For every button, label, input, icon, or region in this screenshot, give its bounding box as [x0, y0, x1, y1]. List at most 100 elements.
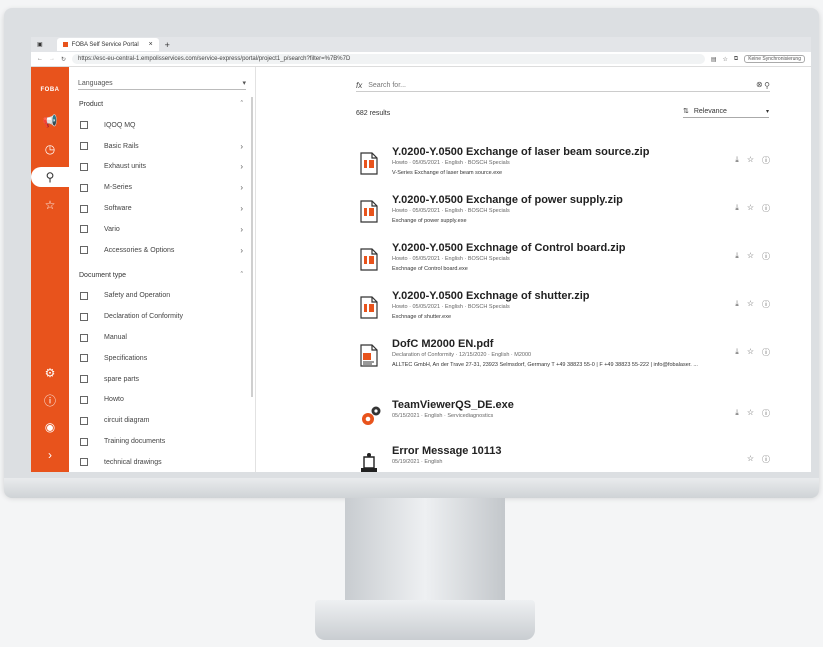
favorite-icon[interactable]: ☆	[747, 251, 754, 262]
filter-option[interactable]: Software ›	[69, 198, 255, 219]
filter-checkbox[interactable]	[80, 458, 88, 467]
result-item[interactable]: Error Message 10113 05/19/2021 · English ☆…	[360, 445, 770, 472]
filter-checkbox[interactable]	[80, 246, 88, 255]
filter-checkbox[interactable]	[80, 312, 88, 321]
filter-option[interactable]: circuit diagram	[69, 410, 255, 431]
filter-option[interactable]: spare parts	[69, 369, 255, 390]
filter-option[interactable]: Vario ›	[69, 219, 255, 240]
favorite-icon[interactable]: ☆	[747, 203, 754, 214]
filter-scrollbar[interactable]	[251, 97, 253, 397]
search-bar[interactable]: fx Search for... ⚲	[356, 79, 770, 92]
filter-option[interactable]: Manual	[69, 327, 255, 348]
sort-select[interactable]: ⇅ Relevance ▾	[683, 105, 769, 118]
expand-rail-icon[interactable]: ›	[31, 445, 69, 465]
tab-close-icon[interactable]: ×	[149, 41, 153, 48]
info-icon[interactable]: ⓘ	[762, 408, 770, 419]
product-section-header[interactable]: Product ˆ	[69, 94, 255, 115]
browser-tab[interactable]: FOBA Self Service Portal ×	[56, 38, 159, 51]
result-item[interactable]: TeamViewerQS_DE.exe 05/15/2021 · English …	[360, 399, 770, 439]
filter-checkbox[interactable]	[80, 354, 88, 363]
result-title[interactable]: TeamViewerQS_DE.exe	[392, 399, 514, 411]
forward-icon[interactable]: →	[49, 56, 55, 62]
favorite-icon[interactable]: ☆	[747, 299, 754, 310]
filter-option[interactable]: Declaration of Conformity	[69, 306, 255, 327]
result-item[interactable]: DofC M2000 EN.pdf Declaration of Conformi…	[360, 338, 770, 378]
download-icon[interactable]: ⤓	[735, 203, 739, 214]
filter-option[interactable]: Howto	[69, 390, 255, 411]
search-icon[interactable]: ⚲	[764, 81, 770, 90]
languages-select[interactable]: Languages ▾	[78, 77, 246, 90]
download-icon[interactable]: ⤓	[735, 155, 739, 166]
favorite-icon[interactable]: ☆	[747, 155, 754, 166]
info-icon[interactable]: ⓘ	[762, 155, 770, 166]
result-title[interactable]: Y.0200-Y.0500 Exchnage of Control board.…	[392, 242, 626, 254]
settings-icon[interactable]: ⚙	[31, 363, 69, 383]
download-icon[interactable]: ⤓	[735, 251, 739, 262]
clear-filter-icon[interactable]: ⊗	[756, 80, 763, 89]
favorite-icon[interactable]: ☆	[747, 408, 754, 419]
result-item[interactable]: Y.0200-Y.0500 Exchnage of Control board.…	[360, 242, 770, 282]
filter-option[interactable]: Exhaust units ›	[69, 157, 255, 178]
filter-checkbox[interactable]	[80, 395, 88, 404]
filter-option[interactable]: M-Series ›	[69, 177, 255, 198]
chevron-right-icon[interactable]: ›	[240, 183, 243, 192]
account-icon[interactable]: ◉	[31, 417, 69, 437]
back-icon[interactable]: ←	[37, 56, 43, 62]
filter-option[interactable]: Training documents	[69, 431, 255, 452]
favorite-icon[interactable]: ☆	[723, 56, 728, 63]
favorites-icon[interactable]: ☆	[31, 195, 69, 215]
filter-option[interactable]: Basic Rails ›	[69, 136, 255, 157]
info-icon[interactable]: ⓘ	[762, 251, 770, 262]
filter-checkbox[interactable]	[80, 416, 88, 425]
new-tab-icon[interactable]: +	[165, 40, 170, 50]
chevron-right-icon[interactable]: ›	[240, 204, 243, 213]
download-icon[interactable]: ⤓	[735, 347, 739, 358]
search-input[interactable]: Search for...	[368, 82, 406, 89]
result-item[interactable]: Y.0200-Y.0500 Exchnage of shutter.zip How…	[360, 290, 770, 330]
window-menu-icon[interactable]: ▣	[37, 41, 43, 48]
filter-option[interactable]: Safety and Operation	[69, 286, 255, 307]
reload-icon[interactable]: ↻	[61, 56, 66, 63]
filter-checkbox[interactable]	[80, 291, 88, 300]
filter-checkbox[interactable]	[80, 437, 88, 446]
chevron-right-icon[interactable]: ›	[240, 246, 243, 255]
result-title[interactable]: Y.0200-Y.0500 Exchnage of shutter.zip	[392, 290, 589, 302]
download-icon[interactable]: ⤓	[735, 299, 739, 310]
announcements-icon[interactable]: 📢	[31, 111, 69, 131]
info-icon[interactable]: ⓘ	[762, 203, 770, 214]
filter-option[interactable]: Accessories & Options ›	[69, 240, 255, 261]
filter-checkbox[interactable]	[80, 375, 88, 384]
info-icon[interactable]: ⓘ	[762, 347, 770, 358]
result-item[interactable]: Y.0200-Y.0500 Exchange of laser beam sou…	[360, 146, 770, 186]
filter-checkbox[interactable]	[80, 204, 88, 213]
filter-checkbox[interactable]	[80, 142, 88, 151]
collections-icon[interactable]: ⧉	[734, 56, 738, 63]
favorite-icon[interactable]: ☆	[747, 454, 754, 465]
result-title[interactable]: Error Message 10113	[392, 445, 501, 457]
chevron-right-icon[interactable]: ›	[240, 142, 243, 151]
result-item[interactable]: Y.0200-Y.0500 Exchange of power supply.z…	[360, 194, 770, 234]
result-title[interactable]: DofC M2000 EN.pdf	[392, 338, 493, 350]
doctype-section-header[interactable]: Document type ˆ	[69, 265, 255, 286]
info-icon[interactable]: ⓘ	[762, 454, 770, 465]
chevron-right-icon[interactable]: ›	[240, 225, 243, 234]
download-icon[interactable]: ⤓	[735, 408, 739, 419]
filter-option[interactable]: Specifications	[69, 348, 255, 369]
result-title[interactable]: Y.0200-Y.0500 Exchange of laser beam sou…	[392, 146, 649, 158]
favorite-icon[interactable]: ☆	[747, 347, 754, 358]
fx-icon[interactable]: fx	[356, 81, 362, 90]
chevron-right-icon[interactable]: ›	[240, 162, 243, 171]
filter-checkbox[interactable]	[80, 121, 88, 130]
filter-checkbox[interactable]	[80, 225, 88, 234]
url-field[interactable]: https://esc-eu-central-1.empolisservices…	[72, 54, 705, 64]
filter-checkbox[interactable]	[80, 183, 88, 192]
info-icon[interactable]: ⓘ	[762, 299, 770, 310]
reader-icon[interactable]: ▤	[711, 56, 717, 63]
search-icon[interactable]: ⚲	[31, 167, 69, 187]
history-icon[interactable]: ◷	[31, 139, 69, 159]
sync-button[interactable]: Keine Synchronisierung	[744, 55, 805, 63]
filter-checkbox[interactable]	[80, 162, 88, 171]
filter-option[interactable]: technical drawings	[69, 452, 255, 472]
filter-checkbox[interactable]	[80, 333, 88, 342]
info-icon[interactable]: ⓘ	[31, 390, 69, 410]
